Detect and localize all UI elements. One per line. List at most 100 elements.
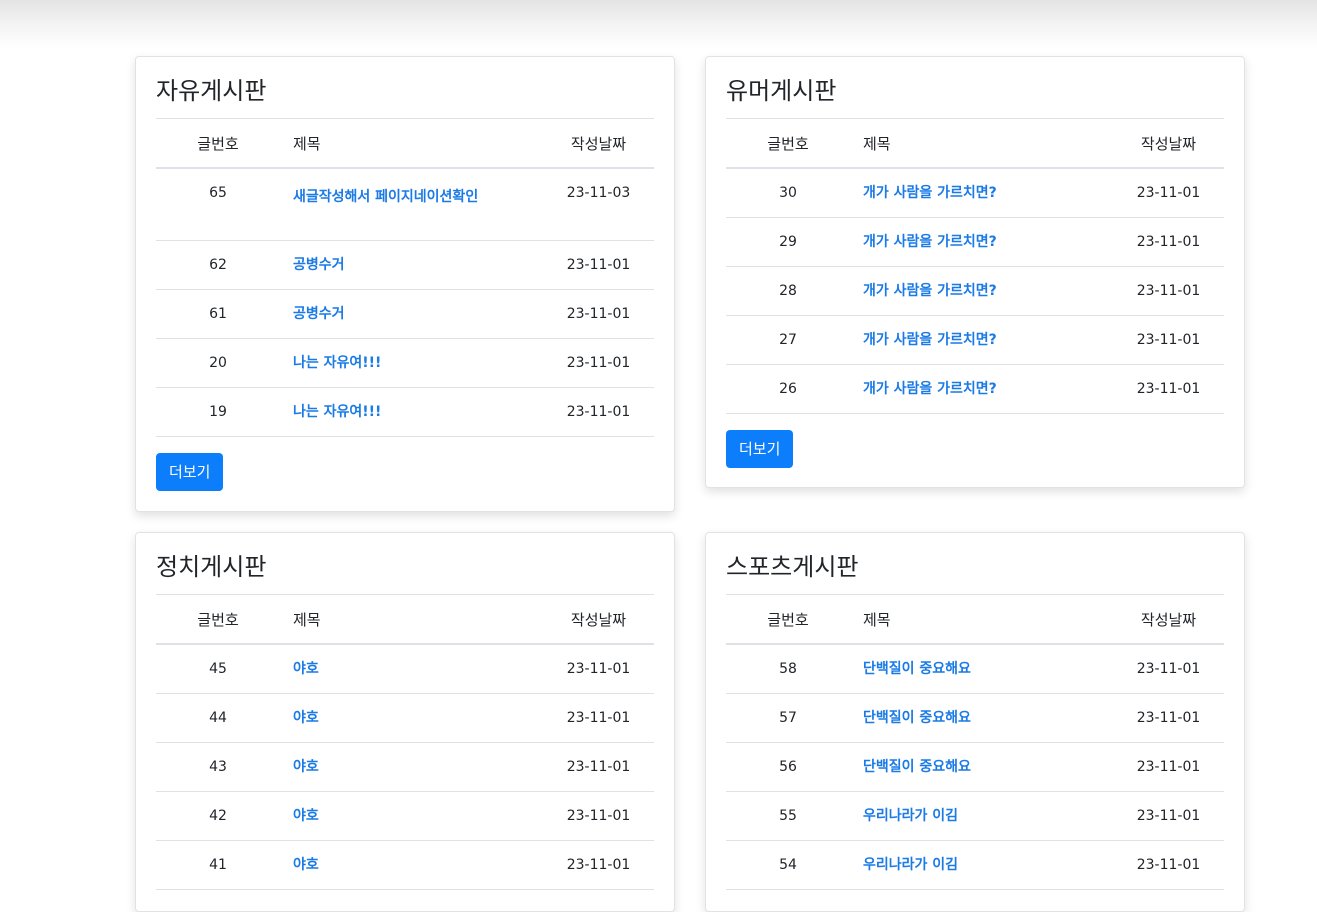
board-sports: 스포츠게시판 글번호 제목 작성날짜 58 단백질이 중요해요 23-11-01… <box>705 532 1245 912</box>
post-title-link[interactable]: 개가 사람을 가르치면? <box>863 185 997 201</box>
post-date: 23-11-01 <box>543 693 654 743</box>
col-header-date: 작성날짜 <box>1113 119 1224 169</box>
post-title-link[interactable]: 우리나라가 이김 <box>863 857 958 873</box>
post-num: 58 <box>726 644 850 694</box>
board-title: 스포츠게시판 <box>726 533 1224 595</box>
table-row: 44 야호 23-11-01 <box>156 693 654 743</box>
table-row: 45 야호 23-11-01 <box>156 644 654 694</box>
table-row: 30 개가 사람을 가르치면? 23-11-01 <box>726 168 1224 218</box>
post-date: 23-11-01 <box>543 791 654 841</box>
post-date: 23-11-01 <box>1113 364 1224 414</box>
board-title: 정치게시판 <box>156 533 654 595</box>
post-date: 23-11-01 <box>1113 217 1224 267</box>
post-title-link[interactable]: 야호 <box>293 857 319 873</box>
post-title-link[interactable]: 단백질이 중요해요 <box>863 661 971 677</box>
post-date: 23-11-01 <box>1113 266 1224 316</box>
post-num: 28 <box>726 266 850 316</box>
post-date: 23-11-01 <box>1113 315 1224 365</box>
post-title-link[interactable]: 나는 자유여!!! <box>293 355 381 371</box>
post-title-link[interactable]: 개가 사람을 가르치면? <box>863 332 997 348</box>
table-row: 57 단백질이 중요해요 23-11-01 <box>726 693 1224 743</box>
post-title-link[interactable]: 단백질이 중요해요 <box>863 710 971 726</box>
post-title-link[interactable]: 개가 사람을 가르치면? <box>863 381 997 397</box>
board-politics: 정치게시판 글번호 제목 작성날짜 45 야호 23-11-01 44 야호 2… <box>135 532 675 912</box>
post-date: 23-11-01 <box>543 742 654 792</box>
top-shadow <box>0 0 1317 48</box>
post-date: 23-11-01 <box>543 338 654 388</box>
post-title-link[interactable]: 우리나라가 이김 <box>863 808 958 824</box>
post-title-link[interactable]: 단백질이 중요해요 <box>863 759 971 775</box>
post-date: 23-11-03 <box>543 168 654 241</box>
table-row: 27 개가 사람을 가르치면? 23-11-01 <box>726 315 1224 365</box>
more-button[interactable]: 더보기 <box>726 430 794 468</box>
post-num: 26 <box>726 364 850 414</box>
post-date: 23-11-01 <box>543 240 654 290</box>
col-header-date: 작성날짜 <box>543 119 654 169</box>
post-date: 23-11-01 <box>1113 791 1224 841</box>
post-num: 27 <box>726 315 850 365</box>
table-row: 20 나는 자유여!!! 23-11-01 <box>156 338 654 388</box>
post-date: 23-11-01 <box>543 644 654 694</box>
post-num: 61 <box>156 289 280 339</box>
board-title: 자유게시판 <box>156 57 654 119</box>
post-title-link[interactable]: 공병수거 <box>293 257 345 273</box>
table-row: 41 야호 23-11-01 <box>156 840 654 890</box>
post-num: 57 <box>726 693 850 743</box>
table-header-row: 글번호 제목 작성날짜 <box>156 119 654 169</box>
post-title-link[interactable]: 새글작성해서 페이지네이션확인 <box>293 189 478 205</box>
table-row: 19 나는 자유여!!! 23-11-01 <box>156 387 654 437</box>
post-date: 23-11-01 <box>1113 742 1224 792</box>
table-row: 61 공병수거 23-11-01 <box>156 289 654 339</box>
table-row: 55 우리나라가 이김 23-11-01 <box>726 791 1224 841</box>
table-row: 58 단백질이 중요해요 23-11-01 <box>726 644 1224 694</box>
post-date: 23-11-01 <box>543 840 654 890</box>
post-num: 44 <box>156 693 280 743</box>
post-num: 43 <box>156 742 280 792</box>
post-num: 54 <box>726 840 850 890</box>
post-date: 23-11-01 <box>1113 644 1224 694</box>
post-table: 글번호 제목 작성날짜 45 야호 23-11-01 44 야호 23-11-0… <box>156 595 654 890</box>
post-title-link[interactable]: 공병수거 <box>293 306 345 322</box>
post-num: 65 <box>156 168 280 241</box>
post-num: 30 <box>726 168 850 218</box>
post-title-link[interactable]: 야호 <box>293 808 319 824</box>
post-title-link[interactable]: 야호 <box>293 710 319 726</box>
post-num: 29 <box>726 217 850 267</box>
post-table: 글번호 제목 작성날짜 58 단백질이 중요해요 23-11-01 57 단백질… <box>726 595 1224 890</box>
post-num: 19 <box>156 387 280 437</box>
col-header-num: 글번호 <box>726 595 850 645</box>
post-date: 23-11-01 <box>543 289 654 339</box>
table-header-row: 글번호 제목 작성날짜 <box>726 119 1224 169</box>
col-header-title: 제목 <box>280 119 543 169</box>
post-date: 23-11-01 <box>1113 168 1224 218</box>
col-header-date: 작성날짜 <box>1113 595 1224 645</box>
post-num: 56 <box>726 742 850 792</box>
table-header-row: 글번호 제목 작성날짜 <box>156 595 654 645</box>
more-button[interactable]: 더보기 <box>156 452 224 491</box>
post-num: 62 <box>156 240 280 290</box>
table-row: 54 우리나라가 이김 23-11-01 <box>726 840 1224 890</box>
col-header-title: 제목 <box>280 595 543 645</box>
col-header-num: 글번호 <box>156 595 280 645</box>
post-title-link[interactable]: 야호 <box>293 661 319 677</box>
board-title: 유머게시판 <box>726 57 1224 119</box>
col-header-date: 작성날짜 <box>543 595 654 645</box>
table-row: 26 개가 사람을 가르치면? 23-11-01 <box>726 364 1224 414</box>
table-row: 43 야호 23-11-01 <box>156 742 654 792</box>
board-humor: 유머게시판 글번호 제목 작성날짜 30 개가 사람을 가르치면? 23-11-… <box>705 56 1245 488</box>
col-header-num: 글번호 <box>726 119 850 169</box>
post-title-link[interactable]: 나는 자유여!!! <box>293 404 381 420</box>
post-date: 23-11-01 <box>1113 840 1224 890</box>
post-title-link[interactable]: 야호 <box>293 759 319 775</box>
table-row: 42 야호 23-11-01 <box>156 791 654 841</box>
col-header-title: 제목 <box>850 119 1113 169</box>
post-title-link[interactable]: 개가 사람을 가르치면? <box>863 283 997 299</box>
table-row: 56 단백질이 중요해요 23-11-01 <box>726 742 1224 792</box>
table-header-row: 글번호 제목 작성날짜 <box>726 595 1224 645</box>
board-free: 자유게시판 글번호 제목 작성날짜 65 새글작성해서 페이지네이션확인 23-… <box>135 56 675 512</box>
col-header-title: 제목 <box>850 595 1113 645</box>
table-row: 65 새글작성해서 페이지네이션확인 23-11-03 <box>156 168 654 241</box>
table-row: 29 개가 사람을 가르치면? 23-11-01 <box>726 217 1224 267</box>
post-date: 23-11-01 <box>543 387 654 437</box>
post-title-link[interactable]: 개가 사람을 가르치면? <box>863 234 997 250</box>
